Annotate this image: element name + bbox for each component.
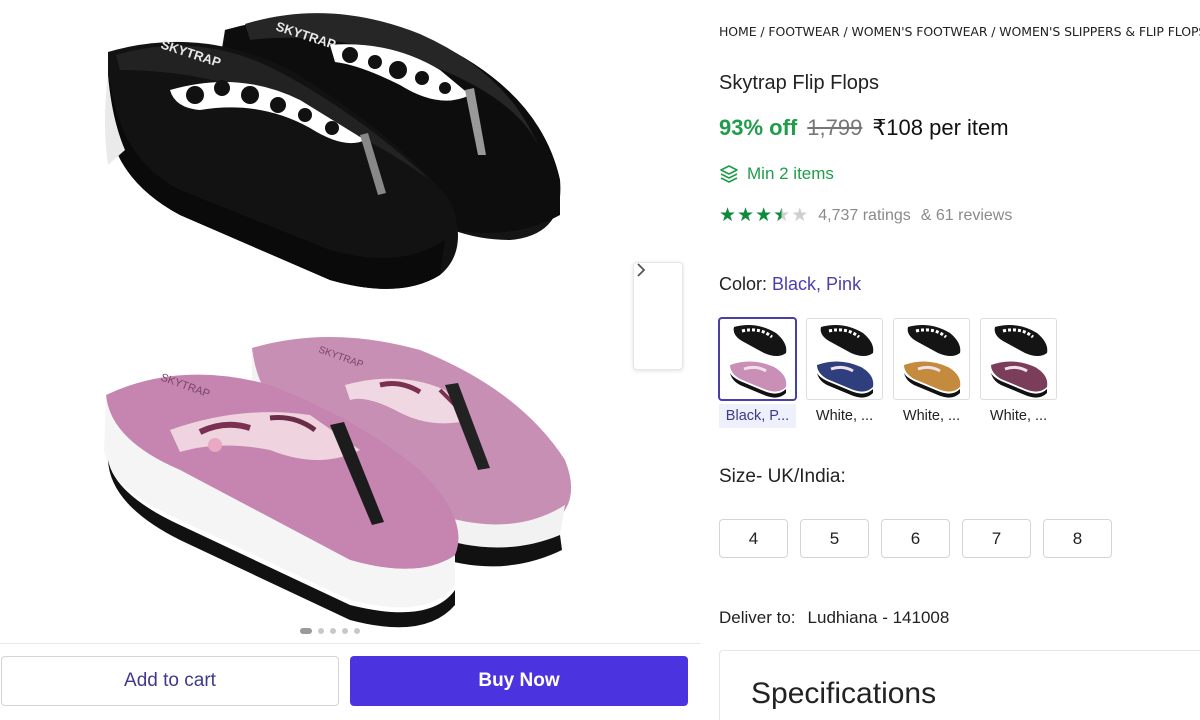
star-icon: ★ <box>773 205 791 226</box>
carousel-dot[interactable] <box>318 628 324 634</box>
swatch-thumbnail <box>980 318 1057 400</box>
size-option-button[interactable]: 8 <box>1043 519 1112 558</box>
breadcrumb-item[interactable]: HOME <box>719 24 757 39</box>
size-option-button[interactable]: 6 <box>881 519 950 558</box>
swatch-thumbnail <box>806 318 883 400</box>
product-details: HOME / FOOTWEAR / WOMEN'S FOOTWEAR / WOM… <box>719 0 1200 720</box>
selected-color-value: Black, Pink <box>772 274 862 294</box>
specifications-card: Specifications <box>719 650 1200 720</box>
color-swatch[interactable]: White, ... <box>806 318 883 428</box>
breadcrumb-separator: / <box>839 24 852 39</box>
breadcrumb-separator: / <box>987 24 1000 39</box>
carousel-dot[interactable] <box>300 628 312 634</box>
buy-now-button[interactable]: Buy Now <box>350 656 688 706</box>
delivery-info: Deliver to: Ludhiana - 141008 <box>719 608 949 628</box>
rating-row[interactable]: ★ ★ ★ ★ ★ 4,737 ratings & 61 reviews <box>719 206 1012 225</box>
star-icon: ★ <box>791 205 809 226</box>
swatch-thumbnail <box>893 318 970 400</box>
swatch-label: White, ... <box>902 408 961 424</box>
size-options: 45678 <box>719 519 1112 558</box>
min-items-badge: Min 2 items <box>719 164 834 184</box>
flip-flops-illustration: SKYTRAP SKYTRAP SKYTRAP SKYTRAP <box>104 13 572 628</box>
star-icon: ★ <box>719 205 737 226</box>
product-image[interactable]: SKYTRAP SKYTRAP SKYTRAP SKYTRAP <box>0 0 700 640</box>
carousel-dot[interactable] <box>330 628 336 634</box>
breadcrumb: HOME / FOOTWEAR / WOMEN'S FOOTWEAR / WOM… <box>719 24 1200 39</box>
size-option-button[interactable]: 5 <box>800 519 869 558</box>
product-gallery: SKYTRAP SKYTRAP SKYTRAP SKYTRAP Add to c… <box>0 0 700 720</box>
reviews-count: & 61 reviews <box>920 206 1013 224</box>
swatch-label: White, ... <box>815 408 874 424</box>
color-swatch[interactable]: White, ... <box>893 318 970 428</box>
size-label: Size- UK/India: <box>719 466 846 487</box>
breadcrumb-item[interactable]: FOOTWEAR <box>768 24 839 39</box>
color-swatches: Black, P... White, ... White, ... White, ..… <box>719 318 1057 428</box>
action-bar: Add to cart Buy Now <box>0 643 700 720</box>
color-selector-label: Color: Black, Pink <box>719 274 861 295</box>
star-rating: ★ ★ ★ ★ ★ <box>719 206 808 225</box>
deliver-label: Deliver to: <box>719 608 796 627</box>
star-icon: ★ <box>755 205 773 226</box>
size-option-button[interactable]: 7 <box>962 519 1031 558</box>
min-items-label: Min 2 items <box>747 164 834 183</box>
breadcrumb-item[interactable]: WOMEN'S SLIPPERS & FLIP FLOPS <box>999 24 1200 39</box>
swatch-label: Black, P... <box>719 404 796 428</box>
layers-icon <box>720 165 738 183</box>
swatch-thumbnail <box>719 318 796 400</box>
selling-price: ₹108 per item <box>872 115 1009 140</box>
color-swatch[interactable]: Black, P... <box>719 318 796 428</box>
delivery-location[interactable]: Ludhiana - 141008 <box>808 608 950 628</box>
discount-text: 93% off <box>719 115 798 140</box>
next-image-button[interactable] <box>633 262 683 370</box>
mrp-price: 1,799 <box>807 115 863 140</box>
chevron-right-icon <box>637 263 646 277</box>
price-row: 93% off 1,799 ₹108 per item <box>719 115 1009 141</box>
star-icon: ★ <box>737 205 755 226</box>
swatch-label: White, ... <box>989 408 1048 424</box>
product-title: Skytrap Flip Flops <box>719 72 880 94</box>
ratings-count: 4,737 ratings <box>818 206 911 224</box>
specifications-heading: Specifications <box>751 677 937 710</box>
breadcrumb-separator: / <box>756 24 769 39</box>
size-option-button[interactable]: 4 <box>719 519 788 558</box>
add-to-cart-button[interactable]: Add to cart <box>1 656 339 706</box>
color-swatch[interactable]: White, ... <box>980 318 1057 428</box>
color-label: Color: <box>719 274 768 294</box>
carousel-dot[interactable] <box>342 628 348 634</box>
breadcrumb-item[interactable]: WOMEN'S FOOTWEAR <box>851 24 987 39</box>
carousel-indicator <box>300 628 360 634</box>
carousel-dot[interactable] <box>354 628 360 634</box>
